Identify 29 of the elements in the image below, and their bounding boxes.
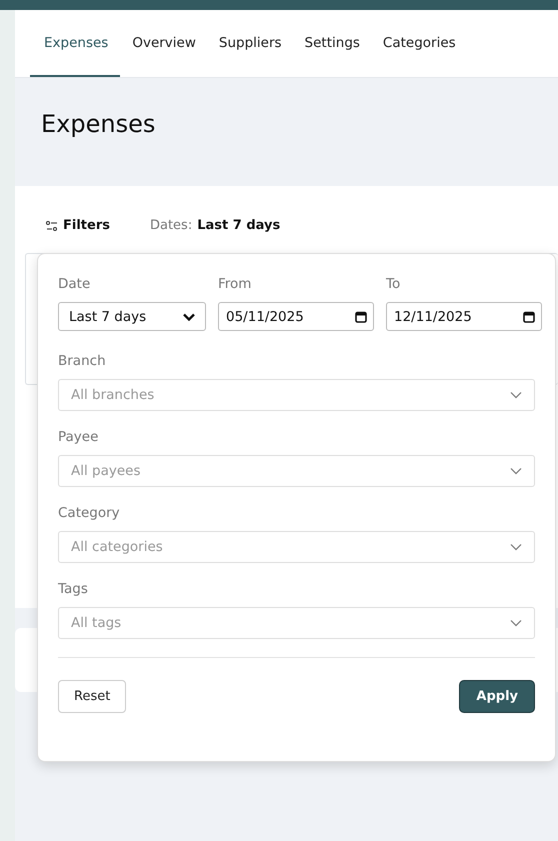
nav-tab[interactable]: Categories: [372, 10, 467, 77]
dates-label: Dates:: [150, 218, 192, 233]
chevron-icon: [510, 467, 522, 475]
filters-button[interactable]: Filters: [46, 218, 110, 233]
chevron-icon: [510, 543, 522, 551]
chevron-icon: [510, 619, 522, 627]
chevron-icon: [183, 312, 195, 320]
nav-tab[interactable]: Suppliers: [208, 10, 293, 77]
dates-value: Last 7 days: [197, 218, 280, 233]
nav-tab[interactable]: Expenses: [30, 10, 120, 77]
date-input[interactable]: 12/11/2025: [386, 302, 542, 331]
field-label: From: [218, 276, 252, 292]
field-label: Payee: [58, 429, 100, 445]
calendar-icon[interactable]: [355, 310, 367, 322]
reset-button[interactable]: Reset: [58, 680, 126, 713]
field-label: Date: [58, 276, 92, 292]
nav-tab[interactable]: Settings: [294, 10, 371, 77]
sliders-icon: [46, 220, 58, 232]
date-input[interactable]: 05/11/2025: [218, 302, 374, 331]
date-range-select[interactable]: Last 7 days: [58, 302, 206, 331]
apply-button[interactable]: Apply: [459, 680, 535, 713]
chevron-icon: [510, 391, 522, 399]
page-title: Expenses: [40, 109, 156, 140]
field-label: Category: [58, 505, 121, 521]
calendar-icon[interactable]: [523, 310, 535, 322]
field-label: Tags: [58, 581, 89, 597]
field-label: To: [386, 276, 402, 292]
field-label: Branch: [58, 353, 107, 369]
nav-tab[interactable]: Overview: [121, 10, 207, 77]
